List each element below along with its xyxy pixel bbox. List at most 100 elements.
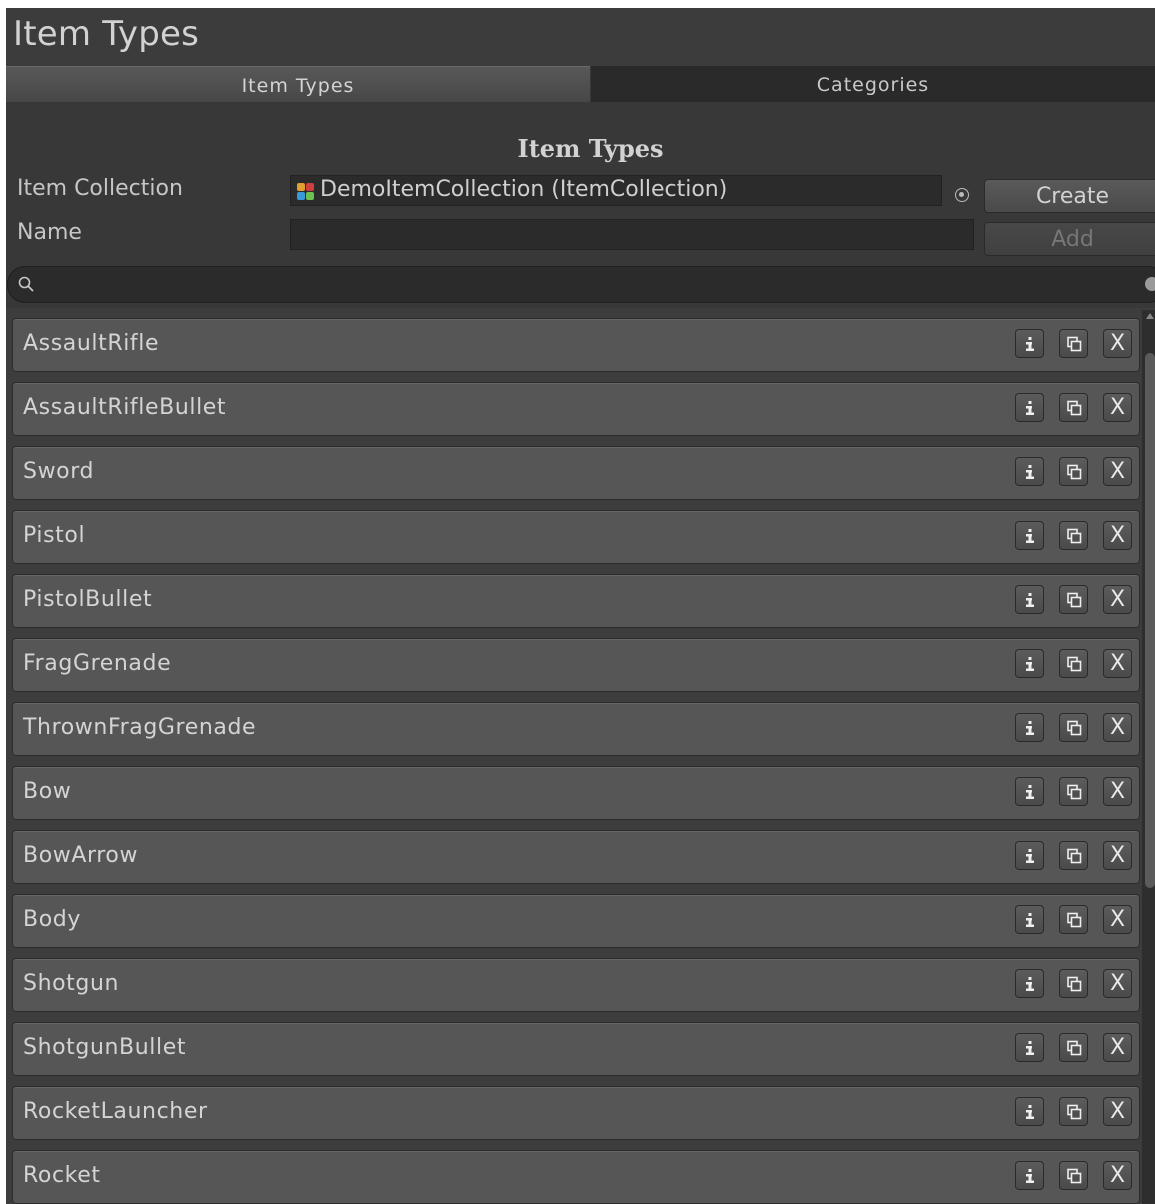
duplicate-button[interactable]	[1059, 841, 1088, 870]
info-icon	[1025, 465, 1034, 479]
duplicate-icon	[1066, 720, 1081, 736]
info-icon	[1025, 401, 1034, 415]
duplicate-button[interactable]	[1059, 649, 1088, 678]
remove-button[interactable]: X	[1103, 1161, 1132, 1190]
remove-button[interactable]: X	[1103, 713, 1132, 742]
duplicate-button[interactable]	[1059, 521, 1088, 550]
duplicate-button[interactable]	[1059, 905, 1088, 934]
create-button[interactable]: Create	[984, 179, 1155, 213]
duplicate-button[interactable]	[1059, 1161, 1088, 1190]
duplicate-button[interactable]	[1059, 1097, 1088, 1126]
duplicate-button[interactable]	[1059, 585, 1088, 614]
info-button[interactable]	[1015, 393, 1044, 422]
remove-button[interactable]: X	[1103, 649, 1132, 678]
item-type-label: Shotgun	[23, 971, 120, 996]
search-input[interactable]	[42, 271, 1096, 299]
item-type-row[interactable]: ThrownFragGrenade X	[12, 702, 1140, 756]
info-button[interactable]	[1015, 1097, 1044, 1126]
item-type-row[interactable]: Body X	[12, 894, 1140, 948]
remove-button[interactable]: X	[1103, 1033, 1132, 1062]
item-type-row[interactable]: ShotgunBullet X	[12, 1022, 1140, 1076]
item-type-row[interactable]: AssaultRifle X	[12, 318, 1140, 372]
item-type-row[interactable]: Pistol X	[12, 510, 1140, 564]
duplicate-icon	[1066, 400, 1081, 416]
item-type-label: BowArrow	[23, 843, 139, 868]
remove-button[interactable]: X	[1103, 905, 1132, 934]
info-icon	[1025, 1105, 1034, 1119]
remove-button[interactable]: X	[1103, 329, 1132, 358]
item-type-label: Bow	[23, 779, 72, 804]
scroll-up-arrow[interactable]	[1146, 313, 1154, 319]
item-type-row[interactable]: Shotgun X	[12, 958, 1140, 1012]
name-field[interactable]	[290, 219, 974, 250]
info-button[interactable]	[1015, 329, 1044, 358]
item-type-row[interactable]: Bow X	[12, 766, 1140, 820]
item-type-label: Sword	[23, 459, 95, 484]
search-icon	[18, 276, 34, 292]
info-icon	[1025, 849, 1034, 863]
info-icon	[1025, 977, 1034, 991]
item-type-row[interactable]: PistolBullet X	[12, 574, 1140, 628]
duplicate-button[interactable]	[1059, 329, 1088, 358]
item-type-row[interactable]: Rocket X	[12, 1150, 1140, 1204]
remove-button[interactable]: X	[1103, 1097, 1132, 1126]
duplicate-icon	[1066, 1040, 1081, 1056]
item-types-window: Item Types Item Types Categories Item Ty…	[6, 8, 1155, 1204]
item-type-row[interactable]: BowArrow X	[12, 830, 1140, 884]
duplicate-button[interactable]	[1059, 1033, 1088, 1062]
duplicate-icon	[1066, 464, 1081, 480]
remove-button[interactable]: X	[1103, 969, 1132, 998]
remove-button[interactable]: X	[1103, 393, 1132, 422]
clear-search-icon[interactable]	[1145, 277, 1155, 291]
duplicate-button[interactable]	[1059, 969, 1088, 998]
duplicate-icon	[1066, 912, 1081, 928]
remove-button[interactable]: X	[1103, 841, 1132, 870]
duplicate-button[interactable]	[1059, 713, 1088, 742]
item-type-row[interactable]: RocketLauncher X	[12, 1086, 1140, 1140]
duplicate-icon	[1066, 656, 1081, 672]
remove-button[interactable]: X	[1103, 521, 1132, 550]
item-type-row[interactable]: Sword X	[12, 446, 1140, 500]
info-button[interactable]	[1015, 1033, 1044, 1062]
info-button[interactable]	[1015, 969, 1044, 998]
item-collection-field[interactable]: DemoItemCollection (ItemCollection)	[290, 175, 942, 206]
info-icon	[1025, 721, 1034, 735]
info-button[interactable]	[1015, 905, 1044, 934]
object-picker-icon[interactable]	[955, 188, 969, 202]
add-button[interactable]: Add	[984, 222, 1155, 256]
tab-categories[interactable]: Categories	[591, 66, 1155, 102]
scrollbar-thumb[interactable]	[1145, 353, 1155, 888]
info-button[interactable]	[1015, 457, 1044, 486]
duplicate-button[interactable]	[1059, 457, 1088, 486]
item-type-row[interactable]: FragGrenade X	[12, 638, 1140, 692]
info-button[interactable]	[1015, 521, 1044, 550]
item-type-label: ShotgunBullet	[23, 1035, 187, 1060]
duplicate-icon	[1066, 1168, 1081, 1184]
duplicate-button[interactable]	[1059, 777, 1088, 806]
search-bar[interactable]	[7, 266, 1155, 303]
item-type-label: RocketLauncher	[23, 1099, 208, 1124]
item-collection-icon	[297, 183, 314, 200]
info-button[interactable]	[1015, 777, 1044, 806]
info-button[interactable]	[1015, 713, 1044, 742]
remove-button[interactable]: X	[1103, 777, 1132, 806]
window-titlebar: Item Types	[6, 8, 1155, 66]
info-button[interactable]	[1015, 1161, 1044, 1190]
item-type-label: AssaultRifle	[23, 331, 160, 356]
name-label: Name	[17, 220, 82, 245]
info-icon	[1025, 337, 1034, 351]
remove-button[interactable]: X	[1103, 457, 1132, 486]
duplicate-button[interactable]	[1059, 393, 1088, 422]
info-icon	[1025, 1041, 1034, 1055]
duplicate-icon	[1066, 1104, 1081, 1120]
info-button[interactable]	[1015, 841, 1044, 870]
item-type-label: FragGrenade	[23, 651, 172, 676]
duplicate-icon	[1066, 528, 1081, 544]
item-type-row[interactable]: AssaultRifleBullet X	[12, 382, 1140, 436]
info-icon	[1025, 913, 1034, 927]
info-button[interactable]	[1015, 585, 1044, 614]
duplicate-icon	[1066, 336, 1081, 352]
info-button[interactable]	[1015, 649, 1044, 678]
remove-button[interactable]: X	[1103, 585, 1132, 614]
tab-item-types[interactable]: Item Types	[6, 66, 590, 102]
